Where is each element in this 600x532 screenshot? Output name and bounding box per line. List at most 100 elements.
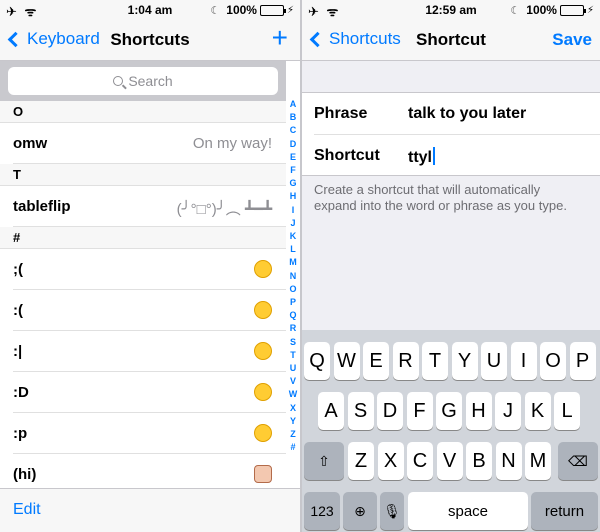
shift-key[interactable]: ⇧: [304, 442, 344, 480]
index-letter[interactable]: K: [286, 230, 300, 243]
numbers-key[interactable]: 123: [304, 492, 340, 530]
index-letter[interactable]: Q: [286, 309, 300, 322]
shortcut-expansion: (╯°□°)╯︵ ┻━┻: [176, 201, 272, 218]
crying-face-icon: [254, 260, 272, 278]
key-h[interactable]: H: [465, 392, 492, 430]
delete-key[interactable]: ⌫: [558, 442, 598, 480]
key-x[interactable]: X: [377, 442, 404, 480]
key-p[interactable]: P: [569, 342, 596, 380]
charging-icon: ⚡: [286, 4, 294, 16]
shortcut-field[interactable]: ttyl: [408, 147, 435, 167]
list-item[interactable]: :p: [13, 413, 286, 454]
index-letter[interactable]: F: [286, 164, 300, 177]
index-letter[interactable]: #: [286, 441, 300, 454]
index-letter[interactable]: Y: [286, 415, 300, 428]
edit-button[interactable]: Edit: [13, 501, 41, 519]
index-letter[interactable]: U: [286, 362, 300, 375]
index-letter[interactable]: B: [286, 111, 300, 124]
index-letter[interactable]: H: [286, 190, 300, 203]
index-letter[interactable]: C: [286, 124, 300, 137]
sad-face-icon: [254, 301, 272, 319]
save-button[interactable]: Save: [552, 30, 592, 50]
shortcut-phrase: :|: [13, 343, 23, 360]
key-q[interactable]: Q: [304, 342, 330, 380]
key-a[interactable]: A: [318, 392, 344, 430]
key-r[interactable]: R: [392, 342, 419, 380]
key-u[interactable]: U: [481, 342, 507, 380]
key-v[interactable]: V: [436, 442, 463, 480]
index-letter[interactable]: M: [286, 256, 300, 269]
index-letter[interactable]: N: [286, 270, 300, 283]
section-index[interactable]: A B C D E F G H I J K L M N O P Q R S T U V W X Y Z #: [286, 98, 300, 454]
key-f[interactable]: F: [406, 392, 433, 430]
shortcut-form: Phrase talk to you later Shortcut ttyl: [302, 92, 600, 176]
index-letter[interactable]: A: [286, 98, 300, 111]
key-y[interactable]: Y: [451, 342, 478, 380]
key-e[interactable]: E: [363, 342, 389, 380]
section-header: O: [0, 101, 286, 123]
index-letter[interactable]: D: [286, 138, 300, 151]
key-j[interactable]: J: [495, 392, 521, 430]
index-letter[interactable]: V: [286, 375, 300, 388]
index-letter[interactable]: Z: [286, 428, 300, 441]
key-t[interactable]: T: [422, 342, 448, 380]
key-n[interactable]: N: [495, 442, 522, 480]
shortcut-phrase: tableflip: [13, 198, 71, 215]
list-item[interactable]: ;(: [13, 249, 286, 290]
list-item[interactable]: omw On my way!: [13, 123, 286, 164]
key-d[interactable]: D: [377, 392, 403, 430]
nav-bar: Shortcuts Shortcut Save: [302, 20, 600, 60]
phrase-field[interactable]: talk to you later: [408, 105, 526, 123]
microphone-icon[interactable]: 🎙: [380, 492, 404, 530]
space-key[interactable]: space: [408, 492, 528, 530]
index-letter[interactable]: T: [286, 349, 300, 362]
index-letter[interactable]: W: [286, 388, 300, 401]
search-input[interactable]: Search: [8, 67, 278, 95]
page-title: Shortcuts: [110, 30, 190, 49]
key-s[interactable]: S: [347, 392, 374, 430]
phrase-label: Phrase: [314, 105, 368, 122]
search-placeholder: Search: [128, 73, 173, 89]
battery-icon: [259, 4, 286, 16]
index-letter[interactable]: E: [286, 151, 300, 164]
moon-icon: ☾: [210, 4, 221, 17]
key-w[interactable]: W: [333, 342, 360, 380]
key-o[interactable]: O: [540, 342, 566, 380]
globe-icon[interactable]: ⊕: [343, 492, 377, 530]
search-icon: [113, 76, 124, 86]
key-g[interactable]: G: [436, 392, 462, 430]
index-letter[interactable]: X: [286, 402, 300, 415]
shortcut-phrase: ;(: [13, 261, 23, 278]
return-key[interactable]: return: [531, 492, 598, 530]
moon-icon: ☾: [510, 4, 521, 17]
shortcut-editor-screen: ✈ ᯤ 12:59 am ☾ 100% ⚡ Shortcuts Shortcut…: [302, 0, 600, 532]
key-k[interactable]: K: [524, 392, 551, 430]
key-i[interactable]: I: [510, 342, 537, 380]
list-item[interactable]: tableflip (╯°□°)╯︵ ┻━┻: [13, 186, 286, 227]
index-letter[interactable]: J: [286, 217, 300, 230]
tongue-face-icon: [254, 424, 272, 442]
index-letter[interactable]: P: [286, 296, 300, 309]
phrase-row: Phrase talk to you later: [302, 93, 600, 134]
battery-icon: [559, 4, 586, 16]
shortcut-phrase: (hi): [13, 466, 37, 483]
index-letter[interactable]: S: [286, 336, 300, 349]
list-item[interactable]: :|: [13, 331, 286, 372]
key-c[interactable]: C: [407, 442, 433, 480]
key-m[interactable]: M: [525, 442, 551, 480]
list-item[interactable]: :(: [13, 290, 286, 331]
add-shortcut-button[interactable]: +: [272, 22, 288, 54]
key-z[interactable]: Z: [348, 442, 374, 480]
shortcut-phrase: :p: [13, 425, 28, 442]
index-letter[interactable]: G: [286, 177, 300, 190]
key-l[interactable]: L: [554, 392, 580, 430]
bottom-toolbar: Edit: [0, 488, 300, 532]
shortcut-phrase: omw: [13, 135, 48, 152]
index-letter[interactable]: R: [286, 322, 300, 335]
index-letter[interactable]: O: [286, 283, 300, 296]
index-letter[interactable]: L: [286, 243, 300, 256]
key-b[interactable]: B: [466, 442, 492, 480]
list-item[interactable]: :D: [13, 372, 286, 413]
section-header: T: [0, 164, 286, 186]
index-letter[interactable]: I: [286, 204, 300, 217]
